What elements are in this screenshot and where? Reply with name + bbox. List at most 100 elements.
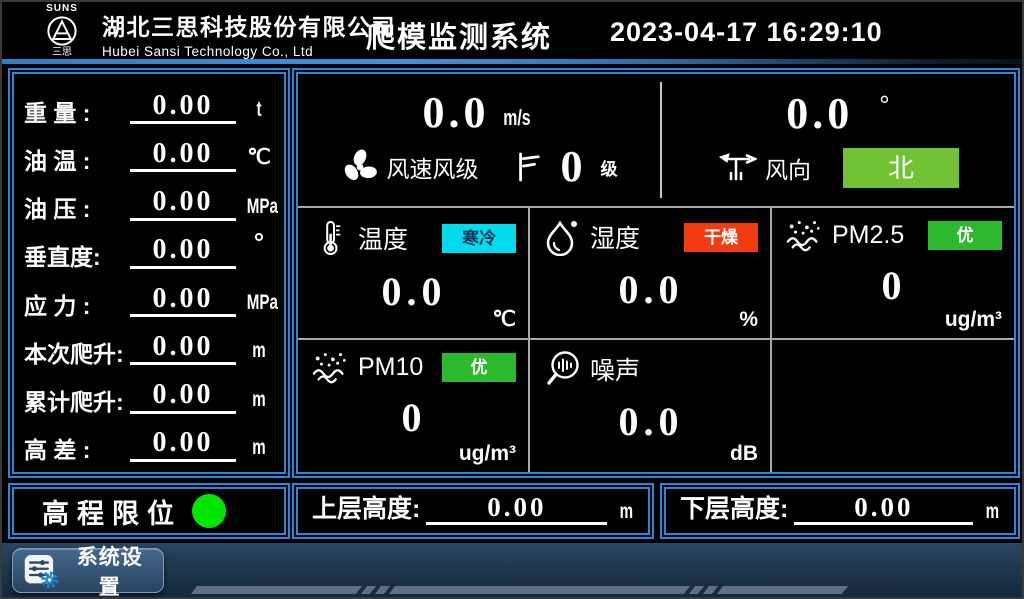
- sensor-value: 0.0: [544, 402, 758, 442]
- measurement-panel: 重 量 : 0.00 t 油 温 : 0.00 ℃ 油 压 : 0.00 MPa…: [12, 72, 286, 474]
- droplet-icon: [544, 218, 582, 256]
- row-label: 高 差 :: [24, 437, 130, 463]
- row-label: 垂直度:: [24, 244, 130, 270]
- row-value: 0.00: [130, 187, 236, 220]
- elevation-limit-label: 高程限位: [42, 492, 182, 531]
- pm25-status-badge: 优: [928, 221, 1002, 250]
- measurement-row-weight: 重 量 : 0.00 t: [24, 82, 276, 126]
- wind-flag-icon: [515, 151, 541, 183]
- sensor-value: 0: [786, 266, 1002, 306]
- wind-speed-readout: 0.0 m/s: [423, 91, 536, 135]
- sensor-card-empty: [772, 340, 1014, 472]
- row-label: 本次爬升:: [24, 341, 130, 367]
- row-label: 油 压 :: [24, 196, 130, 222]
- row-unit: m: [247, 388, 271, 416]
- sensor-card-pm25: PM2.5 优 0 ug/m³: [772, 208, 1014, 340]
- wind-scale-value: 0: [561, 145, 583, 189]
- footer-bar: 系统设置: [2, 543, 1022, 599]
- sensor-unit: ug/m³: [459, 442, 516, 466]
- wind-speed-value: 0.0: [423, 91, 490, 135]
- row-value: 0.00: [130, 235, 236, 268]
- lower-height-unit: m: [986, 500, 999, 527]
- row-value: 0.00: [130, 332, 236, 365]
- hmi-screen: SUNS 三思 湖北三思科技股份有限公司 Hubei Sansi Technol…: [0, 0, 1024, 599]
- sensor-card-humidity: 湿度 干燥 0.0 %: [530, 208, 772, 340]
- lower-height-value: 0.00: [794, 493, 973, 525]
- logo-sansi-text: 三思: [26, 48, 98, 58]
- system-settings-button[interactable]: 系统设置: [12, 548, 164, 593]
- row-unit: t: [247, 98, 271, 126]
- wind-direction-readout: 0.0 °: [786, 92, 889, 136]
- humidity-status-badge: 干燥: [684, 223, 758, 252]
- row-label: 油 温 :: [24, 148, 130, 174]
- lower-height-panel: 下层高度: 0.00 m: [664, 487, 1016, 535]
- measurement-row-oil-temp: 油 温 : 0.00 ℃: [24, 130, 276, 174]
- settings-button-label: 系统设置: [66, 541, 153, 599]
- row-label: 应 力 :: [24, 293, 130, 319]
- measurement-row-height-diff: 高 差 : 0.00 m: [24, 420, 276, 464]
- sensor-label: PM2.5: [832, 221, 904, 250]
- elevation-limit-indicator: [192, 494, 226, 528]
- dust-icon: [312, 350, 350, 384]
- measurement-row-current-climb: 本次爬升: 0.00 m: [24, 323, 276, 367]
- wind-section: 0.0 m/s 风速风级: [298, 74, 1014, 206]
- row-label: 累计爬升:: [24, 389, 130, 415]
- fan-icon: [341, 148, 379, 186]
- header-divider: [2, 59, 1022, 64]
- row-value: 0.00: [130, 380, 236, 413]
- sensor-unit: %: [739, 308, 758, 332]
- upper-height-panel: 上层高度: 0.00 m: [296, 487, 650, 535]
- measurement-row-verticality: 垂直度: 0.00 °: [24, 227, 276, 271]
- upper-height-unit: m: [620, 500, 633, 527]
- temperature-status-badge: 寒冷: [442, 224, 516, 253]
- row-unit: m: [247, 339, 271, 367]
- row-unit: MPa: [247, 195, 271, 223]
- measurement-row-stress: 应 力 : 0.00 MPa: [24, 275, 276, 319]
- thermometer-icon: [312, 218, 350, 258]
- wind-scale-label: 风速风级: [387, 150, 479, 184]
- wind-direction-label: 风向: [765, 151, 811, 185]
- sensor-value: 0.0: [544, 270, 758, 310]
- company-logo: SUNS 三思: [26, 4, 98, 58]
- footer-decorative-stripe: [194, 586, 850, 594]
- environment-panel: 0.0 m/s 风速风级: [296, 72, 1016, 474]
- sensor-grid: 温度 寒冷 0.0 ℃ 湿度 干燥: [298, 206, 1014, 472]
- settings-sliders-gear-icon: [23, 553, 58, 589]
- row-value: 0.00: [130, 428, 236, 461]
- row-label: 重 量 :: [24, 100, 130, 126]
- noise-meter-icon: [544, 350, 582, 388]
- sensor-label: 噪声: [590, 351, 640, 387]
- wind-direction-value: 0.0: [786, 92, 853, 136]
- sensor-unit: ℃: [492, 307, 516, 332]
- upper-height-label: 上层高度:: [312, 489, 420, 527]
- header: SUNS 三思 湖北三思科技股份有限公司 Hubei Sansi Technol…: [2, 2, 1022, 59]
- datetime-display: 2023-04-17 16:29:10: [610, 17, 883, 48]
- measurement-row-oil-pressure: 油 压 : 0.00 MPa: [24, 179, 276, 223]
- sensor-value: 0.0: [312, 272, 516, 312]
- row-unit: MPa: [247, 291, 271, 319]
- row-unit: m: [247, 436, 271, 464]
- wind-direction-unit: °: [879, 92, 889, 118]
- sensor-unit: ug/m³: [945, 308, 1002, 332]
- wind-scale-unit: 级: [601, 155, 618, 180]
- wind-vane-icon: [717, 152, 757, 184]
- sensor-unit: dB: [730, 442, 758, 466]
- sensor-label: 温度: [358, 220, 408, 256]
- sensor-card-pm10: PM10 优 0 ug/m³: [298, 340, 530, 472]
- wind-direction-block: 0.0 ° 风向 北: [662, 74, 1014, 206]
- wind-speed-block: 0.0 m/s 风速风级: [298, 74, 660, 206]
- dust-icon: [786, 218, 824, 252]
- sensor-label: 湿度: [590, 219, 640, 255]
- sensor-card-temperature: 温度 寒冷 0.0 ℃: [298, 208, 530, 340]
- elevation-limit-panel: 高程限位: [12, 487, 286, 535]
- sensor-card-noise: 噪声 0.0 dB: [530, 340, 772, 472]
- upper-height-value: 0.00: [426, 493, 607, 525]
- wind-scale-readout: 风速风级 0 级: [341, 145, 618, 189]
- wind-direction-row: 风向 北: [717, 148, 959, 188]
- row-value: 0.00: [130, 284, 236, 317]
- row-value: 0.00: [130, 91, 236, 124]
- sensor-value: 0: [312, 398, 516, 438]
- lower-height-label: 下层高度:: [680, 489, 788, 527]
- sansi-logo-icon: [46, 15, 78, 47]
- row-unit: ℃: [242, 145, 276, 174]
